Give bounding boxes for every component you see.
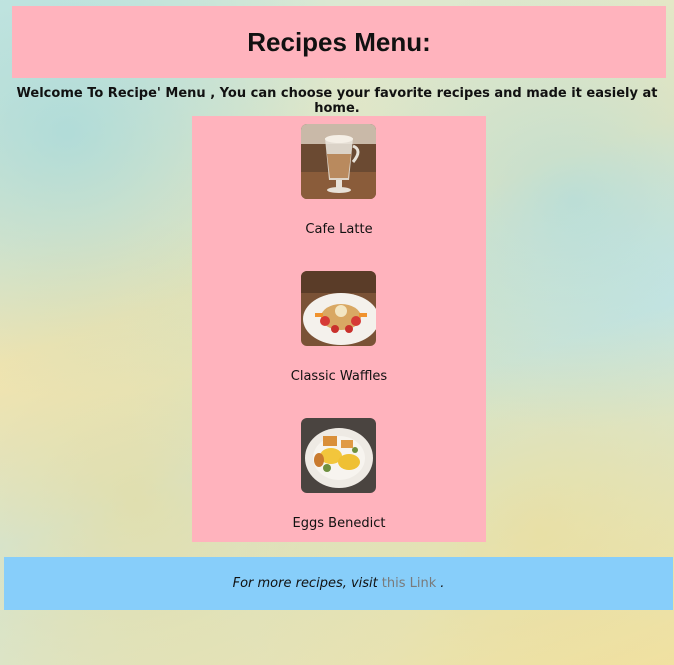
menu-item-label: Classic Waffles — [290, 369, 388, 384]
more-recipes-link[interactable]: this Link — [382, 576, 436, 591]
menu-item-label: Eggs Benedict — [292, 516, 386, 531]
footer-text: For more recipes, visit — [232, 576, 378, 591]
cafe-latte-image[interactable] — [301, 124, 376, 199]
page-title: Recipes Menu: — [247, 26, 431, 57]
eggs-benedict-image[interactable] — [301, 418, 376, 493]
recipes-menu-panel: Cafe Latte Classic Waffles Eggs Benedict — [192, 116, 486, 542]
footer-text-end: . — [440, 576, 445, 591]
classic-waffles-image[interactable] — [301, 271, 376, 346]
page-footer: For more recipes, visit this Link . — [4, 557, 673, 610]
menu-item-label: Cafe Latte — [305, 222, 373, 237]
page-header: Recipes Menu: — [12, 6, 666, 78]
welcome-text: Welcome To Recipe' Menu , You can choose… — [16, 86, 658, 116]
